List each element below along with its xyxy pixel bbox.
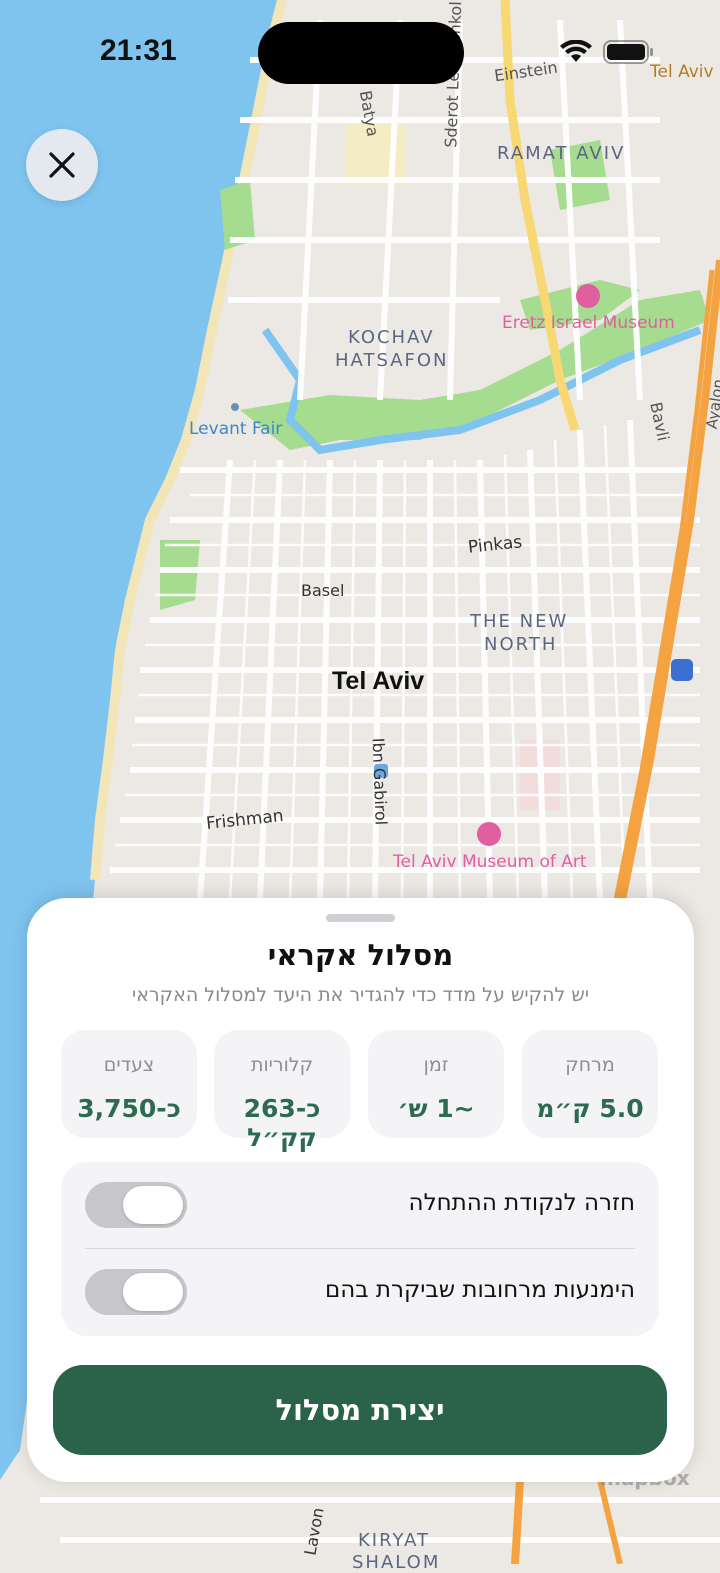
close-button[interactable] bbox=[26, 129, 98, 201]
dynamic-island bbox=[258, 22, 464, 84]
map-label-hatsafon: HATSAFON bbox=[335, 350, 449, 371]
stat-time-label: זמן bbox=[423, 1054, 449, 1076]
stat-steps[interactable]: צעדים כ-3,750 bbox=[61, 1030, 197, 1138]
sheet-subtitle: יש להקיש על מדד כדי להגדיר את היעד למסלו… bbox=[131, 984, 590, 1006]
stat-time[interactable]: זמן ~1 ש׳ bbox=[368, 1030, 504, 1138]
avoid-visited-toggle[interactable] bbox=[85, 1269, 187, 1315]
map-label-ramat-aviv: RAMAT AVIV bbox=[497, 143, 626, 164]
stat-distance[interactable]: מרחק 5.0 ק״מ bbox=[522, 1030, 658, 1138]
stat-calories-label: קלוריות bbox=[250, 1054, 314, 1076]
route-options: חזרה לנקודת ההתחלה הימנעות מרחובות שביקר… bbox=[61, 1162, 659, 1336]
wifi-icon bbox=[560, 40, 592, 62]
stat-steps-label: צעדים bbox=[103, 1054, 155, 1076]
status-bar: 21:31 bbox=[0, 0, 720, 100]
map-label-levant-fair: Levant Fair bbox=[189, 419, 283, 439]
return-to-start-toggle[interactable] bbox=[85, 1182, 187, 1228]
map-label-eretz-israel-museum: Eretz Israel Museum bbox=[502, 313, 675, 333]
sheet-grabber[interactable] bbox=[326, 914, 395, 922]
random-route-sheet: מסלול אקראי יש להקיש על מדד כדי להגדיר א… bbox=[27, 898, 694, 1482]
map-label-the-new: THE NEW bbox=[470, 611, 569, 632]
stat-calories-value: כ-263 קק״ל bbox=[243, 1094, 321, 1152]
return-to-start-label: חזרה לנקודת ההתחלה bbox=[408, 1190, 635, 1216]
stat-time-value: ~1 ש׳ bbox=[397, 1094, 475, 1123]
map-label-north: NORTH bbox=[484, 634, 558, 655]
avoid-visited-label: הימנעות מרחובות שביקרת בהם bbox=[324, 1277, 635, 1303]
map-label-shalom: SHALOM bbox=[352, 1552, 441, 1573]
toggle-row-avoid-visited: הימנעות מרחובות שביקרת בהם bbox=[61, 1249, 659, 1335]
battery-icon bbox=[603, 40, 653, 64]
map-label-basel: Basel bbox=[301, 581, 345, 600]
stat-distance-label: מרחק bbox=[565, 1054, 615, 1076]
map-label-kochav: KOCHAV bbox=[348, 327, 435, 348]
toggle-row-return-to-start: חזרה לנקודת ההתחלה bbox=[61, 1162, 659, 1249]
stat-steps-value: כ-3,750 bbox=[77, 1094, 181, 1123]
map-label-ibn-gabirol: Ibn Gabirol bbox=[368, 737, 391, 826]
map-label-museum-of-art: Tel Aviv Museum of Art bbox=[393, 852, 587, 872]
close-icon bbox=[49, 152, 75, 178]
map-label-kiryat: KIRYAT bbox=[358, 1530, 430, 1551]
toggle-knob bbox=[123, 1273, 183, 1311]
sheet-title: מסלול אקראי bbox=[267, 938, 454, 972]
stat-distance-value: 5.0 ק״מ bbox=[536, 1094, 644, 1123]
create-route-button[interactable]: יצירת מסלול bbox=[53, 1365, 667, 1455]
map-label-tel-aviv: Tel Aviv bbox=[332, 667, 425, 695]
status-time: 21:31 bbox=[100, 34, 177, 67]
stat-calories[interactable]: קלוריות כ-263 קק״ל bbox=[214, 1030, 350, 1152]
toggle-knob bbox=[123, 1186, 183, 1224]
